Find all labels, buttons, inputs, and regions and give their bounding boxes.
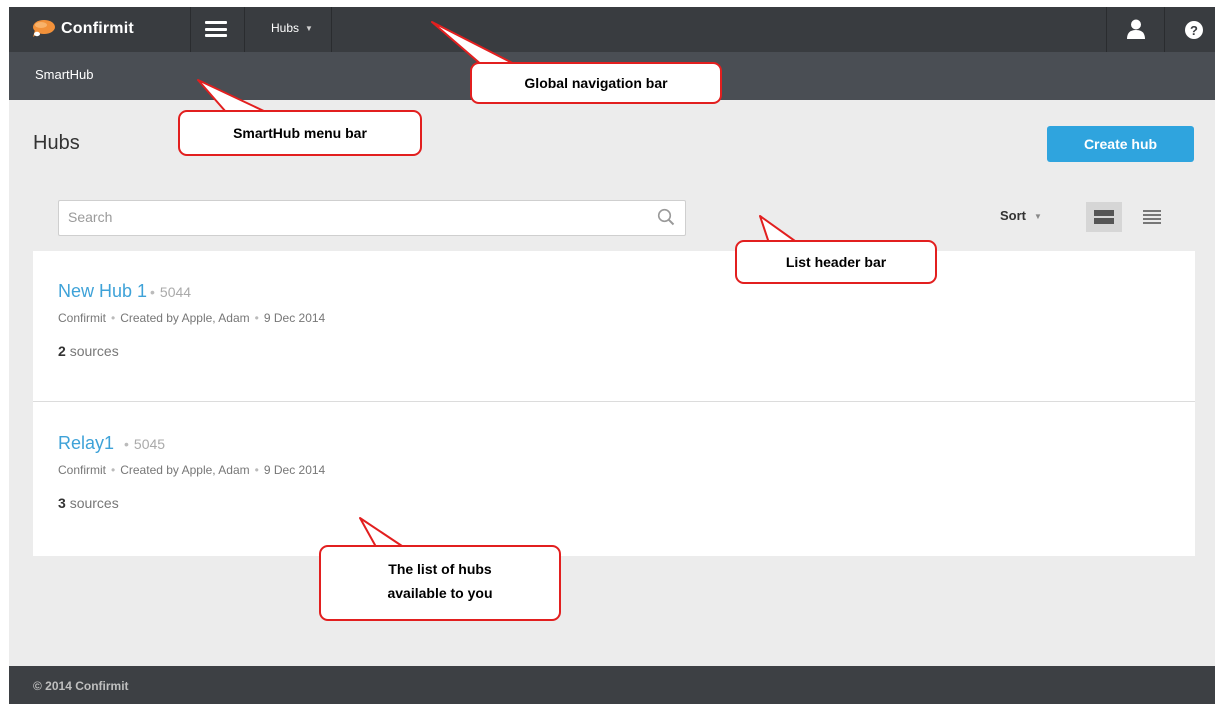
nav-divider [244,7,245,52]
hub-date: 9 Dec 2014 [263,463,326,477]
hub-sources: 2 sources [58,343,119,359]
nav-divider [1106,7,1107,52]
hub-source-count: 2 [58,343,66,359]
sort-dropdown[interactable]: Sort ▼ [1000,208,1042,223]
hub-name-link[interactable]: New Hub 1 [58,281,147,302]
global-navigation-bar: Confirmit Hubs ▼ ? [9,7,1215,52]
hub-company: Confirmit [58,311,107,325]
hubs-menu-label: Hubs [271,21,300,35]
list-view-compact-icon[interactable] [1137,202,1167,232]
callout-global-navigation: Global navigation bar [470,62,722,104]
caret-down-icon: ▼ [305,24,313,33]
callout-smarthub-menu: SmartHub menu bar [178,110,422,156]
hub-date: 9 Dec 2014 [263,311,326,325]
hubs-dropdown-menu[interactable]: Hubs ▼ [271,21,313,35]
screenshot-frame: Confirmit Hubs ▼ ? SmartHub Hubs Create h… [0,0,1215,704]
hub-sources: 3 sources [58,495,119,511]
hub-created-by: Created by Apple, Adam [120,463,250,477]
svg-text:?: ? [1190,23,1198,38]
hub-sources-label: sources [69,343,119,359]
callout-smarthub-menu-text: SmartHub menu bar [233,125,367,141]
callout-list-header: List header bar [735,240,937,284]
list-view-compact-glyph [1143,210,1161,224]
help-icon[interactable]: ? [1184,20,1204,40]
hub-list-item: New Hub 1 • 5044 Confirmit • Created by App… [33,251,1195,402]
sort-label: Sort [1000,208,1026,223]
list-view-wide-icon[interactable] [1086,202,1122,232]
hub-list-item: Relay1 • 5045 Confirmit • Created by Apple,… [33,403,1195,553]
hub-source-count: 3 [58,495,66,511]
hub-name-link[interactable]: Relay1 [58,433,114,454]
hub-list-panel: Sort ▼ [33,186,1195,556]
nav-divider [331,7,332,52]
search-icon[interactable] [657,208,675,226]
smarthub-link[interactable]: SmartHub [35,67,94,82]
callout-hub-list: The list of hubs available to you [319,545,561,621]
callout-list-header-text: List header bar [785,254,887,270]
brand-logo[interactable]: Confirmit [31,19,134,38]
confirmit-logo-icon [33,20,55,37]
hamburger-icon[interactable] [205,21,227,37]
search-input[interactable] [59,201,638,233]
copyright-text: © 2014 Confirmit [33,679,129,693]
callout-global-navigation-text: Global navigation bar [524,75,668,91]
hub-id: • 5044 [150,284,192,300]
hub-company: Confirmit [58,463,107,477]
hub-id: • 5045 [124,436,166,452]
brand-name: Confirmit [61,19,134,37]
hub-meta: Confirmit • Created by Apple, Adam • 9 Dec 2… [58,311,326,325]
user-icon[interactable] [1125,18,1147,40]
hub-created-by: Created by Apple, Adam [120,311,250,325]
nav-divider [1164,7,1165,52]
list-header-bar: Sort ▼ [33,186,1195,252]
caret-down-icon: ▼ [1034,212,1042,221]
callout-hub-list-line2: available to you [387,585,493,601]
hub-sources-label: sources [69,495,119,511]
callout-hub-list-line1: The list of hubs [388,561,492,577]
nav-divider [190,7,191,52]
create-hub-button[interactable]: Create hub [1047,126,1194,162]
page-title: Hubs [33,132,80,154]
hub-meta: Confirmit • Created by Apple, Adam • 9 Dec 2… [58,463,326,477]
footer: © 2014 Confirmit [9,666,1215,704]
search-box [58,200,686,236]
list-view-wide-glyph [1094,210,1114,224]
main-content: Hubs Create hub Sort ▼ [9,100,1215,666]
